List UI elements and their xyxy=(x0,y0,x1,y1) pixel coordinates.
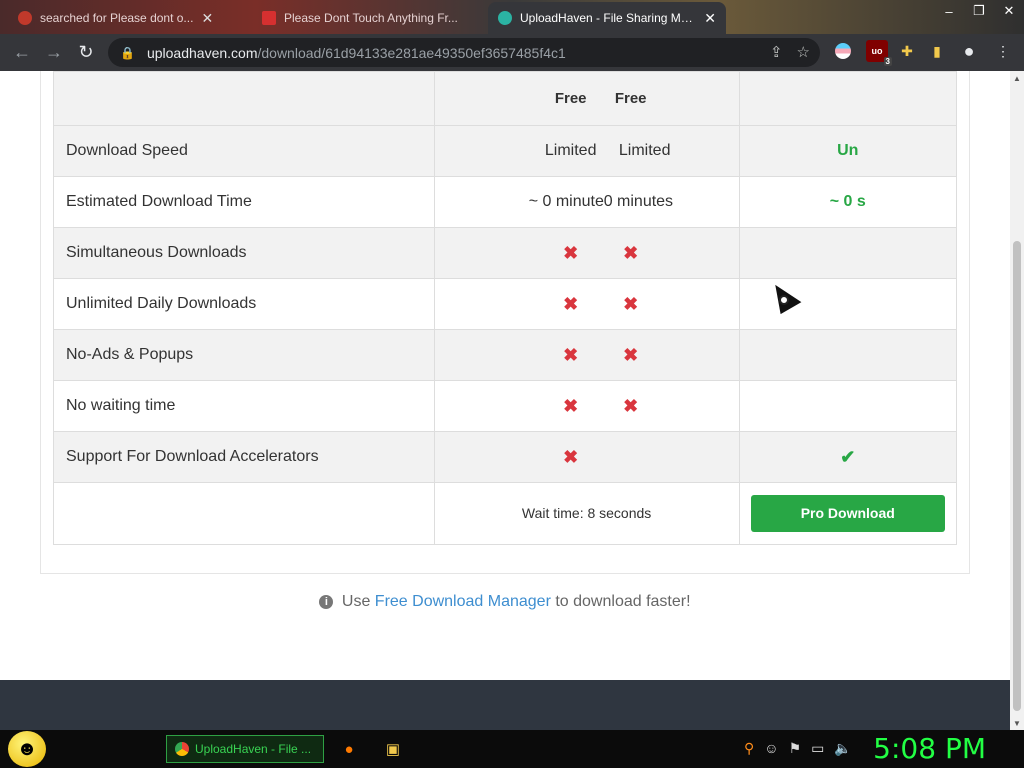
window-controls: – ❐ ✕ xyxy=(934,0,1024,22)
lock-icon[interactable]: 🔒 xyxy=(120,46,135,60)
wait-time-text: Wait time: 8 seconds xyxy=(521,504,652,521)
free-value: Limited xyxy=(618,142,671,159)
table-row: Support For Download Accelerators ✖ ✔ xyxy=(53,431,957,483)
tab-search[interactable]: searched for Please dont o... ✕ xyxy=(8,2,246,34)
feature-label: Simultaneous Downloads xyxy=(53,227,435,279)
table-row: Download Speed Limited Limited Un xyxy=(53,125,957,177)
chrome-icon xyxy=(175,742,189,756)
table-row: Estimated Download Time ~ 0 minute 0 min… xyxy=(53,176,957,228)
extensions-icon[interactable]: ✚ xyxy=(896,40,918,62)
cross-icon: ✖ xyxy=(563,293,579,314)
hint-suffix: to download faster! xyxy=(555,593,691,610)
comparison-table: Free Free Download Speed Limited Limited… xyxy=(53,71,957,545)
extension-flag-icon[interactable] xyxy=(832,40,854,62)
forward-icon[interactable]: → xyxy=(38,37,70,69)
firefox-icon[interactable]: ● xyxy=(339,739,359,759)
table-row: Simultaneous Downloads ✖ ✖ xyxy=(53,227,957,279)
free-download-manager-link[interactable]: Free Download Manager xyxy=(375,593,551,610)
page-scrollbar[interactable]: ▲ ▼ xyxy=(1010,71,1024,730)
check-icon: ✔ xyxy=(840,446,856,467)
cross-icon: ✖ xyxy=(623,242,639,263)
tab-uploadhaven[interactable]: UploadHaven - File Sharing Mad... ✕ xyxy=(488,2,726,34)
restore-icon[interactable]: ❐ xyxy=(964,0,994,22)
taskbar: ☻ UploadHaven - File ... ● ▣ ⚲ ☺ ⚑ ▭ 🔈 5… xyxy=(0,730,1024,768)
tab-title: Please Dont Touch Anything Fr... xyxy=(284,11,458,25)
system-tray: ⚲ ☺ ⚑ ▭ 🔈 xyxy=(744,740,852,757)
chat-icon[interactable]: ☺ xyxy=(764,740,778,757)
pro-value: Un xyxy=(837,142,859,159)
cross-icon: ✖ xyxy=(623,293,639,314)
folder-icon[interactable]: ▣ xyxy=(383,739,403,759)
free-value: ~ 0 minute xyxy=(528,193,604,210)
scroll-up-icon[interactable]: ▲ xyxy=(1010,71,1024,85)
feature-label: Unlimited Daily Downloads xyxy=(53,278,435,330)
search-icon[interactable]: ⚲ xyxy=(744,740,754,757)
uploadhaven-favicon-icon xyxy=(498,11,512,25)
header-feature-cell xyxy=(53,71,435,126)
cross-icon: ✖ xyxy=(563,395,579,416)
taskbar-item-chrome[interactable]: UploadHaven - File ... xyxy=(166,735,324,763)
google-favicon-icon xyxy=(18,11,32,25)
ublock-count: 3 xyxy=(883,57,892,66)
header-pro-cell xyxy=(738,71,957,126)
sidebar-icon[interactable]: ▮ xyxy=(926,40,948,62)
scroll-down-icon[interactable]: ▼ xyxy=(1010,716,1024,730)
download-hint: i Use Free Download Manager to download … xyxy=(0,593,1010,611)
cross-icon: ✖ xyxy=(563,242,579,263)
cursor-eye-icon xyxy=(779,295,789,305)
free-value: Limited xyxy=(544,142,597,159)
address-bar[interactable]: 🔒 uploadhaven.com/download/61d94133e281a… xyxy=(108,38,820,67)
free-value: 0 minutes xyxy=(603,193,674,210)
table-row: Unlimited Daily Downloads ✖ ✖ xyxy=(53,278,957,330)
cross-icon: ✖ xyxy=(623,395,639,416)
cross-icon: ✖ xyxy=(563,446,579,467)
start-button-smiley-icon[interactable]: ☻ xyxy=(8,731,46,767)
table-row: No-Ads & Popups ✖ ✖ xyxy=(53,329,957,381)
close-window-icon[interactable]: ✕ xyxy=(994,0,1024,22)
reload-icon[interactable]: ↻ xyxy=(70,37,102,69)
tab-title: searched for Please dont o... xyxy=(40,11,194,25)
close-tab-icon[interactable]: ✕ xyxy=(201,10,213,27)
table-row-actions: Wait time: 8 seconds Pro Download xyxy=(53,482,957,545)
tab-title: UploadHaven - File Sharing Mad... xyxy=(520,11,697,25)
close-tab-icon[interactable]: ✕ xyxy=(704,10,716,27)
url-path: /download/61d94133e281ae49350ef3657485f4… xyxy=(257,44,566,61)
feature-label: No-Ads & Popups xyxy=(53,329,435,381)
feature-label: Support For Download Accelerators xyxy=(53,431,435,483)
volume-icon[interactable]: 🔈 xyxy=(834,740,851,757)
share-icon[interactable]: ⇪ xyxy=(770,43,783,61)
back-icon[interactable]: ← xyxy=(6,37,38,69)
hint-prefix: Use xyxy=(341,593,371,610)
minimize-icon[interactable]: – xyxy=(934,0,964,22)
feature-label: No waiting time xyxy=(53,380,435,432)
scrollbar-thumb[interactable] xyxy=(1013,241,1021,711)
network-icon[interactable]: ▭ xyxy=(811,740,824,757)
pro-value: ~ 0 s xyxy=(829,193,866,210)
page-footer xyxy=(0,680,1010,730)
info-icon: i xyxy=(319,595,334,609)
feature-label: Download Speed xyxy=(53,125,435,177)
menu-icon[interactable]: ⋮ xyxy=(992,40,1014,62)
tab-please-dont-touch[interactable]: Please Dont Touch Anything Fr... xyxy=(252,2,482,34)
feature-label: Estimated Download Time xyxy=(53,176,435,228)
url-host: uploadhaven.com xyxy=(146,44,258,61)
free-column-label: Free xyxy=(554,90,587,107)
ublock-icon[interactable]: uo 3 xyxy=(866,40,892,66)
taskbar-clock[interactable]: 5:08 PM xyxy=(873,732,986,765)
game-favicon-icon xyxy=(262,11,276,25)
header-free-cell: Free Free xyxy=(433,71,740,126)
table-header-row: Free Free xyxy=(53,71,957,126)
star-icon[interactable]: ☆ xyxy=(797,43,810,61)
tab-strip: searched for Please dont o... ✕ Please D… xyxy=(0,0,1024,34)
cross-icon: ✖ xyxy=(623,344,639,365)
table-row: No waiting time ✖ ✖ xyxy=(53,380,957,432)
cross-icon: ✖ xyxy=(563,344,579,365)
profile-icon[interactable]: ● xyxy=(958,40,980,62)
pro-download-button[interactable]: Pro Download xyxy=(750,495,945,532)
free-column-label: Free xyxy=(614,90,647,107)
flag-icon[interactable]: ⚑ xyxy=(789,740,802,757)
page-content: Free Free Download Speed Limited Limited… xyxy=(0,71,1010,730)
taskbar-item-label: UploadHaven - File ... xyxy=(195,742,312,756)
